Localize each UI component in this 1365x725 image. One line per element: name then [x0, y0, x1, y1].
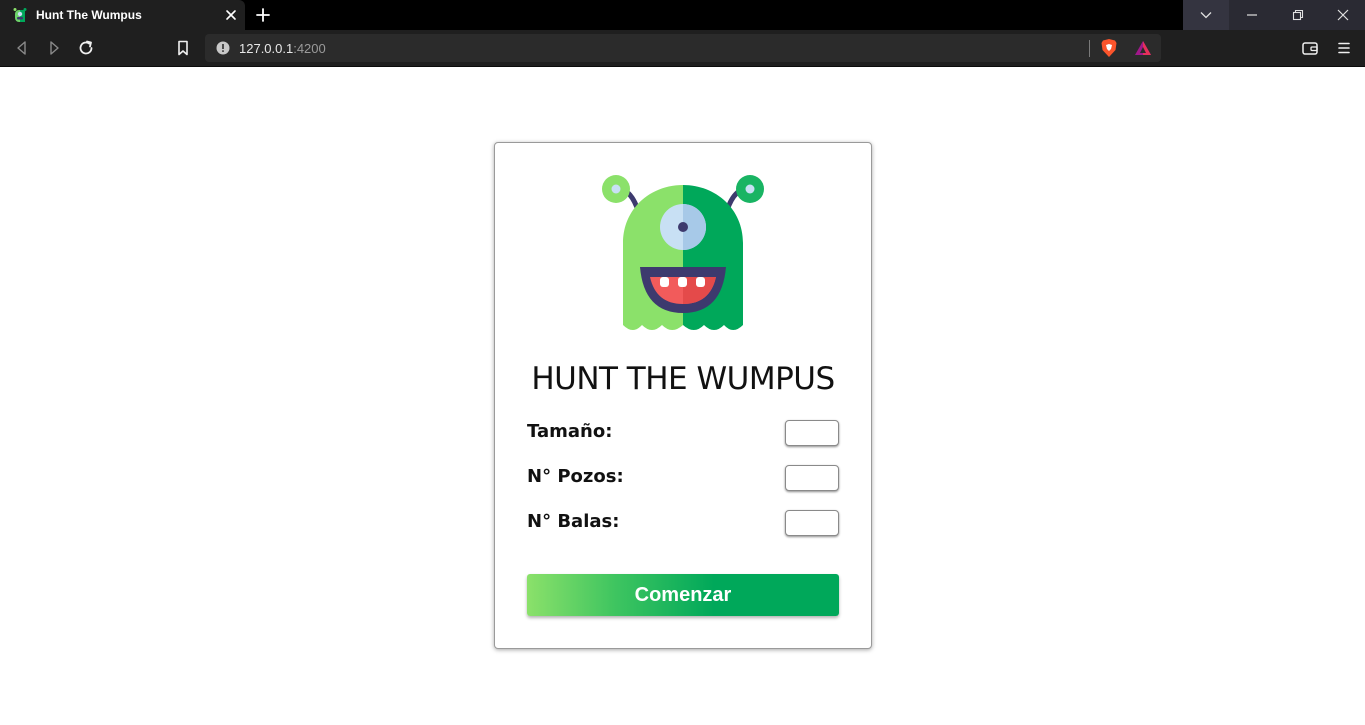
- url-host: 127.0.0.1: [239, 41, 294, 56]
- minimize-button[interactable]: [1229, 0, 1275, 30]
- balas-input[interactable]: [785, 510, 839, 536]
- restore-button[interactable]: [1275, 0, 1321, 30]
- close-icon: [1337, 9, 1349, 21]
- close-tab-icon[interactable]: [222, 6, 240, 24]
- tab-title: Hunt The Wumpus: [36, 8, 142, 22]
- browser-toolbar: 127.0.0.1:4200: [0, 30, 1365, 67]
- wumpus-monster-logo-icon: [602, 175, 764, 330]
- address-bar-divider: [1089, 40, 1090, 57]
- menu-icon[interactable]: [1335, 39, 1353, 57]
- tab-search-button[interactable]: [1183, 0, 1229, 30]
- address-bar[interactable]: 127.0.0.1:4200: [205, 34, 1161, 62]
- game-setup-card: HUNT THE WUMPUS Tamaño: N° Pozos: N° Bal…: [494, 142, 872, 649]
- site-info-icon[interactable]: [216, 41, 230, 55]
- new-tab-icon[interactable]: [254, 6, 272, 24]
- tamano-label: Tamaño:: [527, 421, 613, 442]
- reload-icon[interactable]: [77, 39, 95, 57]
- forward-icon[interactable]: [45, 39, 63, 57]
- close-window-button[interactable]: [1320, 0, 1365, 30]
- brave-shields-icon[interactable]: [1100, 38, 1118, 58]
- browser-tab[interactable]: Hunt The Wumpus: [0, 0, 245, 30]
- game-title: HUNT THE WUMPUS: [531, 361, 835, 397]
- browser-titlebar: Hunt The Wumpus: [0, 0, 1365, 30]
- pozos-label: N° Pozos:: [527, 466, 624, 487]
- url-port: :4200: [293, 41, 326, 56]
- pozos-input[interactable]: [785, 465, 839, 491]
- restore-icon: [1292, 9, 1304, 21]
- balas-label: N° Balas:: [527, 511, 620, 532]
- start-game-button[interactable]: Comenzar: [527, 574, 839, 616]
- tamano-input[interactable]: [785, 420, 839, 446]
- wumpus-favicon-icon: [13, 8, 27, 22]
- url-text: 127.0.0.1:4200: [239, 41, 326, 56]
- minimize-icon: [1247, 14, 1257, 16]
- back-icon[interactable]: [13, 39, 31, 57]
- wallet-icon[interactable]: [1301, 39, 1319, 57]
- chevron-down-icon: [1200, 12, 1212, 19]
- brave-rewards-icon[interactable]: [1134, 39, 1152, 57]
- bookmark-icon[interactable]: [174, 39, 192, 57]
